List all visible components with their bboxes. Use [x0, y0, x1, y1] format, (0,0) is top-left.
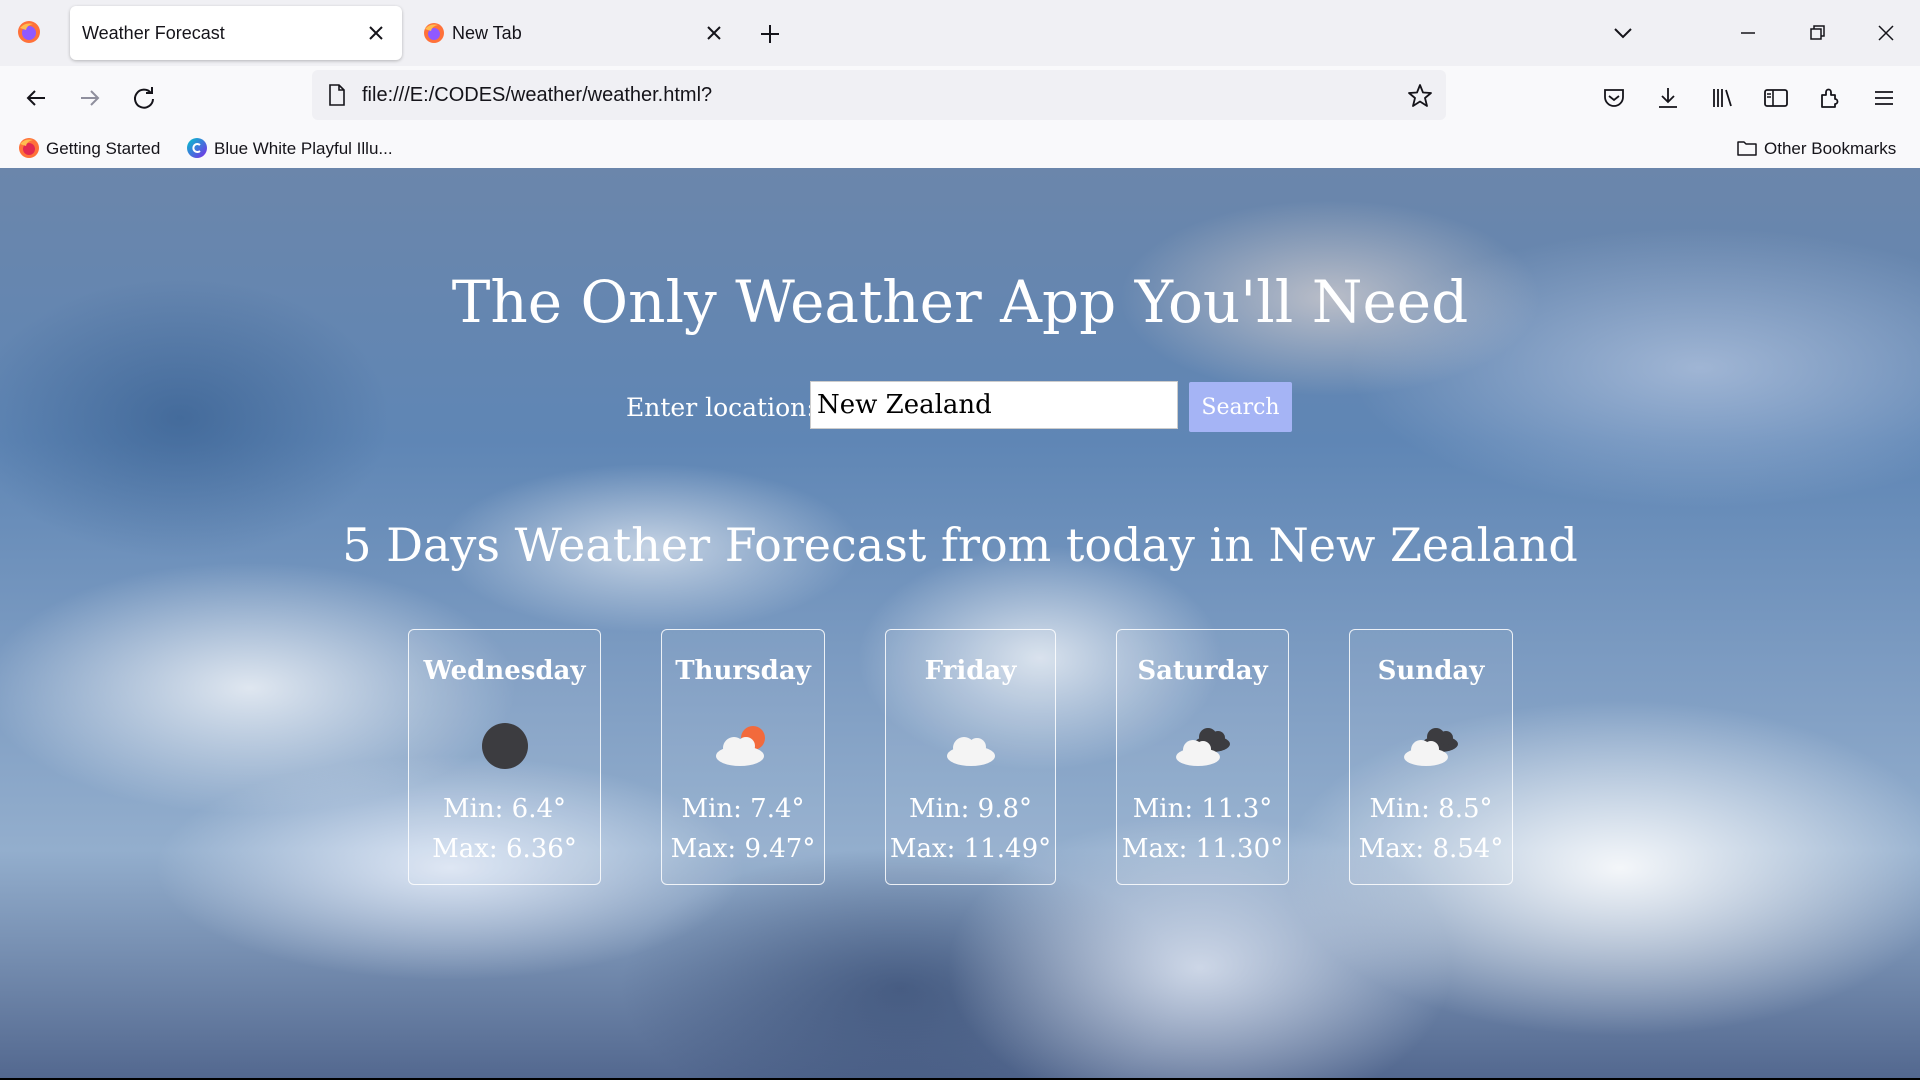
sun-behind-cloud-icon [716, 726, 765, 766]
minimize-icon[interactable] [1728, 14, 1768, 52]
list-all-tabs-icon[interactable] [1608, 20, 1638, 46]
forecast-heading: 5 Days Weather Forecast from today in Ne… [342, 518, 1578, 572]
tab-title: New Tab [452, 23, 522, 43]
location-input[interactable] [810, 381, 1178, 429]
forward-icon[interactable] [74, 82, 106, 114]
back-icon[interactable] [20, 82, 52, 114]
forecast-card-friday: Friday Min: 9.8° Max: 11.49° [885, 629, 1056, 885]
day-name: Thursday [675, 656, 811, 686]
min-temp: Min: 9.8° [908, 794, 1033, 824]
folder-icon [1737, 141, 1757, 156]
library-icon[interactable] [1706, 82, 1738, 114]
day-name: Wednesday [423, 656, 586, 686]
window-close-icon[interactable] [1866, 14, 1906, 52]
extensions-icon[interactable] [1814, 82, 1846, 114]
tab-new-tab[interactable]: New Tab [410, 6, 740, 60]
cloud-icon [946, 737, 995, 766]
min-temp: Min: 8.5° [1369, 794, 1493, 824]
other-bookmarks-label: Other Bookmarks [1764, 139, 1897, 158]
bookmark-label: Getting Started [46, 139, 161, 158]
min-temp: Min: 7.4° [681, 794, 805, 824]
page-icon [329, 84, 345, 106]
forecast-card-saturday: Saturday Min: 11.3° Max: 11.30° [1116, 629, 1289, 885]
downloads-icon[interactable] [1652, 82, 1684, 114]
bookmark-label: Blue White Playful Illu... [214, 139, 393, 158]
reload-icon[interactable] [128, 82, 160, 114]
dark-moon-icon [481, 723, 528, 769]
broken-clouds-icon [1404, 728, 1458, 766]
tab-title: Weather Forecast [82, 23, 225, 43]
firefox-icon [424, 23, 444, 43]
search-button[interactable]: Search [1189, 382, 1292, 432]
day-name: Friday [924, 656, 1017, 686]
new-tab-icon[interactable] [756, 20, 784, 48]
page-title: The Only Weather App You'll Need [451, 268, 1469, 336]
max-temp: Max: 11.49° [889, 834, 1052, 864]
close-tab-icon[interactable] [700, 19, 728, 47]
tab-bar: Weather Forecast New Tab [0, 0, 1920, 66]
forecast-card-thursday: Thursday Min: 7.4° Max: 9.47° [661, 629, 825, 885]
url-bar[interactable]: file:///E:/CODES/weather/weather.html? [312, 70, 1446, 120]
restore-icon[interactable] [1797, 14, 1837, 52]
firefox-icon [19, 138, 39, 158]
max-temp: Max: 8.54° [1358, 834, 1504, 864]
min-temp: Min: 11.3° [1132, 794, 1273, 824]
page-viewport: The Only Weather App You'll Need Enter l… [0, 168, 1920, 1078]
firefox-menu-icon[interactable] [17, 20, 41, 44]
hamburger-menu-icon[interactable] [1868, 82, 1900, 114]
sidebar-icon[interactable] [1760, 82, 1792, 114]
day-name: Saturday [1137, 656, 1268, 686]
tab-weather-forecast[interactable]: Weather Forecast [70, 6, 402, 60]
forecast-card-sunday: Sunday Min: 8.5° Max: 8.54° [1349, 629, 1513, 885]
max-temp: Max: 6.36° [432, 834, 577, 864]
max-temp: Max: 11.30° [1121, 834, 1284, 864]
bookmarks-toolbar: Getting Started Blue White Playful Illu.… [0, 128, 1920, 169]
max-temp: Max: 9.47° [670, 834, 816, 864]
canva-icon [187, 138, 207, 158]
day-name: Sunday [1377, 656, 1485, 686]
bookmark-star-icon[interactable] [1406, 82, 1434, 110]
url-text[interactable]: file:///E:/CODES/weather/weather.html? [362, 84, 712, 107]
forecast-card-wednesday: Wednesday Min: 6.4° Max: 6.36° [408, 629, 601, 885]
close-tab-icon[interactable] [362, 19, 390, 47]
location-label: Enter location: [626, 393, 815, 422]
navigation-toolbar: file:///E:/CODES/weather/weather.html? [0, 66, 1920, 128]
min-temp: Min: 6.4° [442, 794, 567, 824]
pocket-icon[interactable] [1598, 82, 1630, 114]
broken-clouds-icon [1175, 728, 1230, 766]
